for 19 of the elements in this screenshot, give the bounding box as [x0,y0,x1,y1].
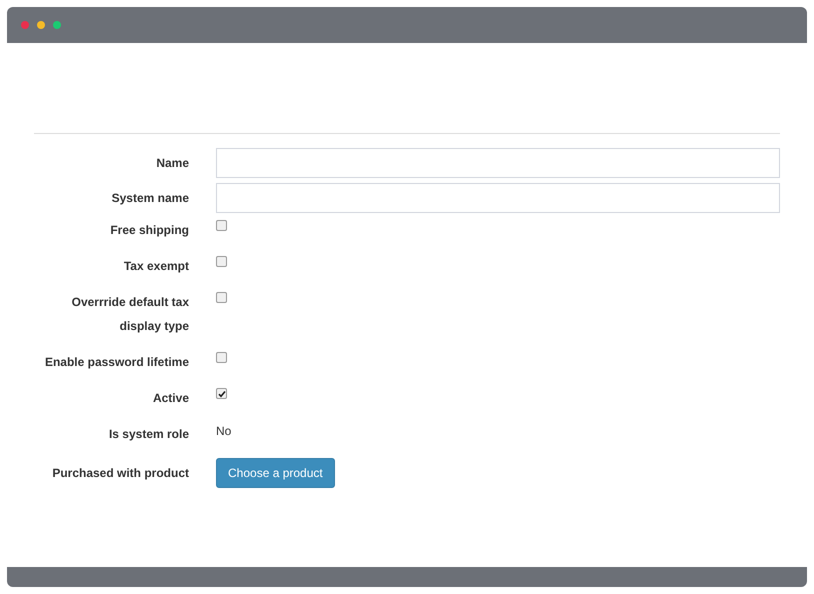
checkbox[interactable] [216,256,227,267]
text-field[interactable] [216,148,780,178]
field-label: Enable password lifetime [44,355,189,369]
field-label: Overrride default tax display type [72,295,189,333]
field-label: System name [112,191,189,205]
field-label: Is system role [108,427,189,441]
text-field[interactable] [216,183,780,213]
choose-product-button[interactable]: Choose a product [216,458,335,488]
checkbox[interactable] [216,388,227,399]
check-icon [218,390,226,398]
field-label: Name [156,156,189,170]
field-label: Purchased with product [52,466,189,480]
field-label: Free shipping [110,223,189,237]
checkbox[interactable] [216,352,227,363]
field-label: Active [152,391,189,405]
field-value: No [216,423,232,440]
checkbox[interactable] [216,220,227,231]
field-label: Tax exempt [124,259,189,273]
checkbox[interactable] [216,292,227,303]
